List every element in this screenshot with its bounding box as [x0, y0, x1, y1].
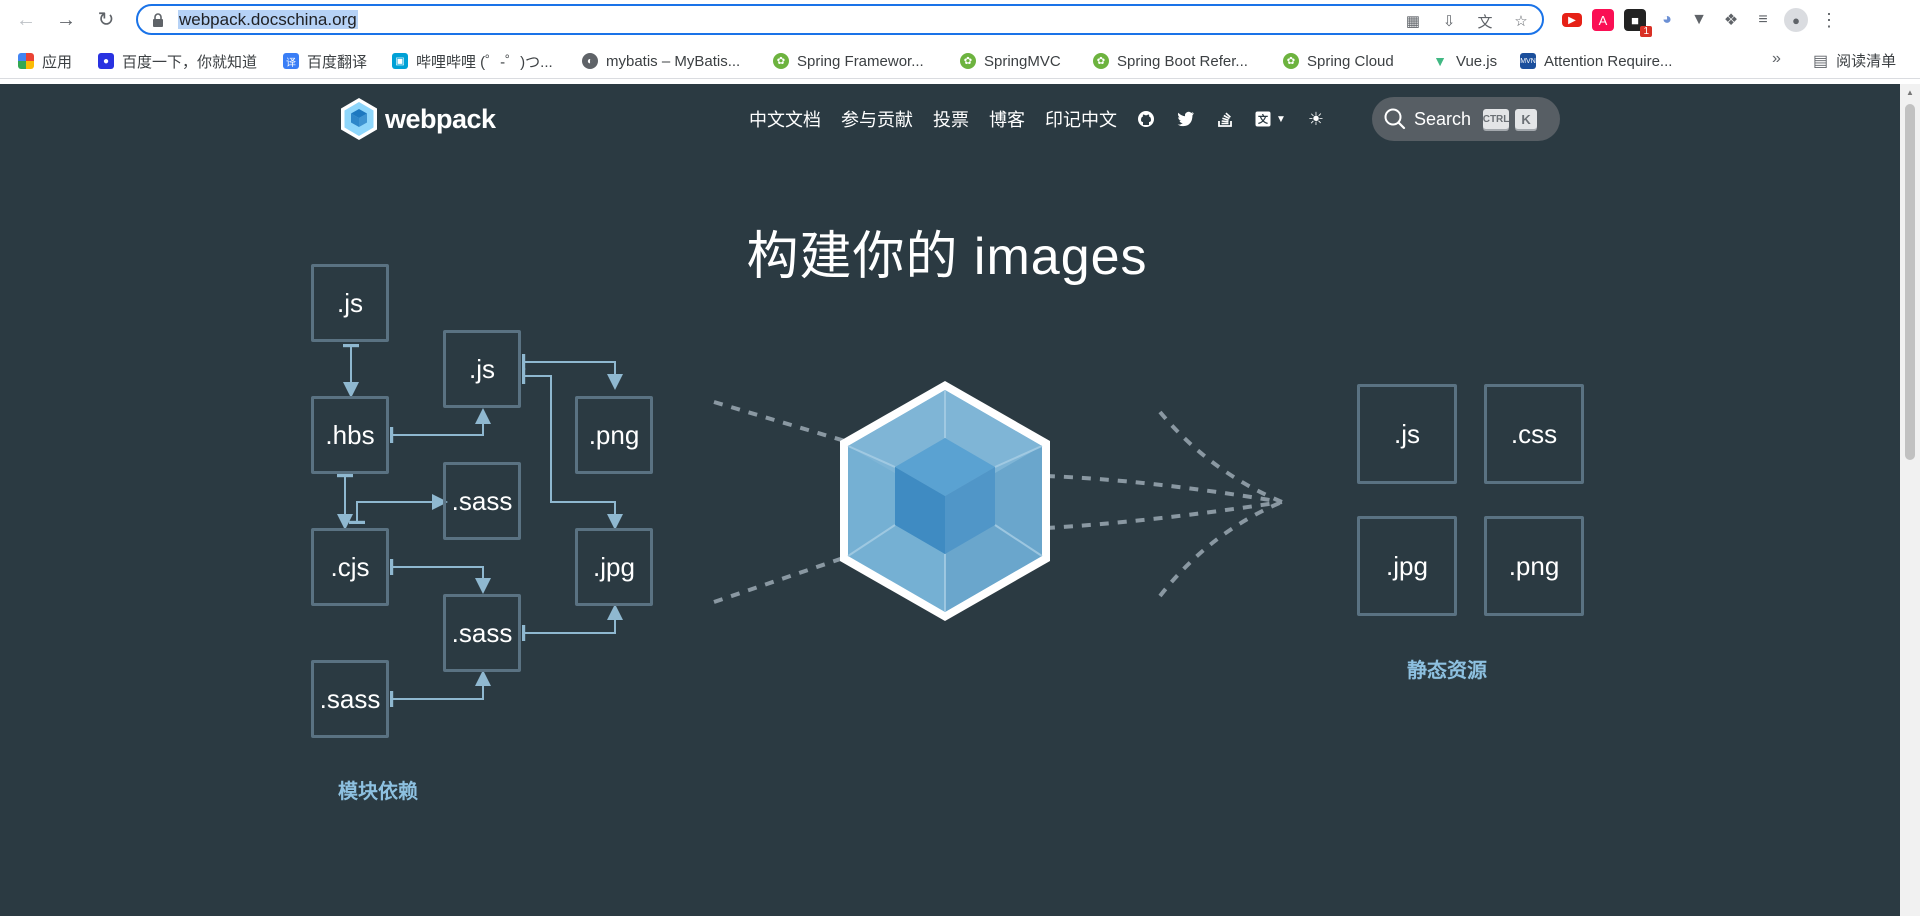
translate-icon[interactable]: 文 [1474, 10, 1496, 32]
module-box: .cjs [311, 528, 389, 606]
puzzle-extensions-icon[interactable]: ❖ [1720, 9, 1742, 31]
profile-avatar-icon[interactable]: ● [1784, 8, 1808, 32]
bookmark-label: 应用 [42, 53, 73, 71]
lock-icon [153, 13, 163, 27]
circle-extension-icon[interactable]: ◕ [1656, 9, 1678, 31]
vue-icon: ▼ [1433, 53, 1447, 69]
bookmark-springmvc[interactable]: ✿ SpringMVC [960, 50, 1061, 72]
bookmark-label: SpringMVC [984, 52, 1061, 70]
asset-box: .js [1357, 384, 1457, 484]
bookmark-spring-framework[interactable]: ✿ Spring Framewor... [773, 50, 924, 72]
bookmark-baidu[interactable]: ● 百度一下，你就知道 [98, 50, 257, 72]
adobe-extension-icon[interactable]: A [1592, 9, 1614, 31]
bookmark-spring-boot[interactable]: ✿ Spring Boot Refer... [1093, 50, 1248, 72]
module-box: .sass [443, 462, 521, 540]
bilibili-icon: ▣ [392, 53, 408, 69]
bookmark-baidu-translate[interactable]: 译 百度翻译 [283, 50, 367, 72]
asset-box: .jpg [1357, 516, 1457, 616]
extension-badge: 1 [1640, 26, 1652, 37]
modules-caption: 模块依赖 [338, 781, 418, 803]
spring-leaf-icon: ✿ [1283, 53, 1299, 69]
asset-box: .png [1484, 516, 1584, 616]
scroll-up-icon[interactable]: ▲ [1906, 88, 1914, 97]
bookmark-label: Attention Require... [1544, 52, 1673, 70]
notification-extension-icon[interactable]: ■ 1 [1624, 9, 1652, 37]
reload-button[interactable]: ↻ [92, 6, 120, 34]
forward-button[interactable]: → [52, 6, 80, 34]
spring-leaf-icon: ✿ [960, 53, 976, 69]
globe-icon: ◐ [582, 53, 598, 69]
bookmark-label: Vue.js [1456, 52, 1498, 70]
bookmark-vuejs[interactable]: ▼ Vue.js [1432, 50, 1497, 72]
module-box: .js [311, 264, 389, 342]
bookmark-mvn[interactable]: MVN Attention Require... [1520, 50, 1672, 72]
bookmark-star-icon[interactable]: ☆ [1510, 10, 1532, 32]
bookmark-apps[interactable]: 应用 [18, 50, 72, 72]
assets-caption: 静态资源 [1407, 660, 1487, 682]
spring-leaf-icon: ✿ [1093, 53, 1109, 69]
bookmark-spring-cloud[interactable]: ✿ Spring Cloud [1283, 50, 1394, 72]
bookmark-label: mybatis – MyBatis... [606, 52, 741, 70]
install-app-icon[interactable]: ⇩ [1438, 10, 1460, 32]
bookmark-label: 百度一下，你就知道 [122, 53, 258, 71]
browser-toolbar: ← → ↻ webpack.docschina.org ▦ ⇩ 文 ☆ ▶ A … [0, 0, 1920, 40]
bookmarks-more-button[interactable]: » [1772, 50, 1781, 68]
module-box: .jpg [575, 528, 653, 606]
reading-list-label: 阅读清单 [1836, 53, 1897, 70]
address-bar[interactable]: webpack.docschina.org ▦ ⇩ 文 ☆ [136, 4, 1544, 35]
bookmark-label: Spring Cloud [1307, 52, 1394, 70]
module-box: .hbs [311, 396, 389, 474]
webpack-page: webpack 中文文档 参与贡献 投票 博客 印记中文 文 ▼ ☀ Searc… [0, 84, 1900, 916]
browser-menu-icon[interactable]: ⋮ [1818, 9, 1840, 31]
baidu-paw-icon: ● [98, 53, 114, 69]
youtube-extension-icon[interactable]: ▶ [1562, 13, 1582, 27]
bookmarks-bar: 应用 ● 百度一下，你就知道 译 百度翻译 ▣ 哔哩哔哩 (゜-゜)つ... ◐… [0, 44, 1920, 79]
media-queue-icon[interactable]: ≡ [1752, 9, 1774, 31]
bookmark-label: Spring Framewor... [797, 52, 924, 70]
baidu-translate-icon: 译 [283, 53, 299, 69]
page-scrollbar[interactable]: ▲ [1900, 84, 1920, 916]
module-box: .js [443, 330, 521, 408]
bookmark-label: 哔哩哔哩 (゜-゜)つ... [416, 53, 553, 71]
bookmark-label: Spring Boot Refer... [1117, 52, 1248, 70]
mvn-icon: MVN [1520, 53, 1536, 69]
bookmark-label: 百度翻译 [307, 53, 368, 71]
url-text[interactable]: webpack.docschina.org [178, 10, 358, 30]
webpack-cube-icon [840, 381, 1050, 621]
bookmark-bilibili[interactable]: ▣ 哔哩哔哩 (゜-゜)つ... [392, 50, 553, 72]
back-button[interactable]: ← [12, 6, 40, 34]
module-box: .sass [443, 594, 521, 672]
reading-list-button[interactable]: ▤ 阅读清单 [1813, 50, 1896, 71]
vimium-extension-icon[interactable]: ▼ [1688, 9, 1710, 31]
bookmark-mybatis[interactable]: ◐ mybatis – MyBatis... [582, 50, 740, 72]
asset-box: .css [1484, 384, 1584, 484]
qr-code-icon[interactable]: ▦ [1402, 10, 1424, 32]
module-box: .sass [311, 660, 389, 738]
apps-grid-icon [18, 53, 34, 69]
module-box: .png [575, 396, 653, 474]
scrollbar-thumb[interactable] [1905, 104, 1915, 460]
reading-list-icon: ▤ [1813, 52, 1829, 70]
spring-leaf-icon: ✿ [773, 53, 789, 69]
